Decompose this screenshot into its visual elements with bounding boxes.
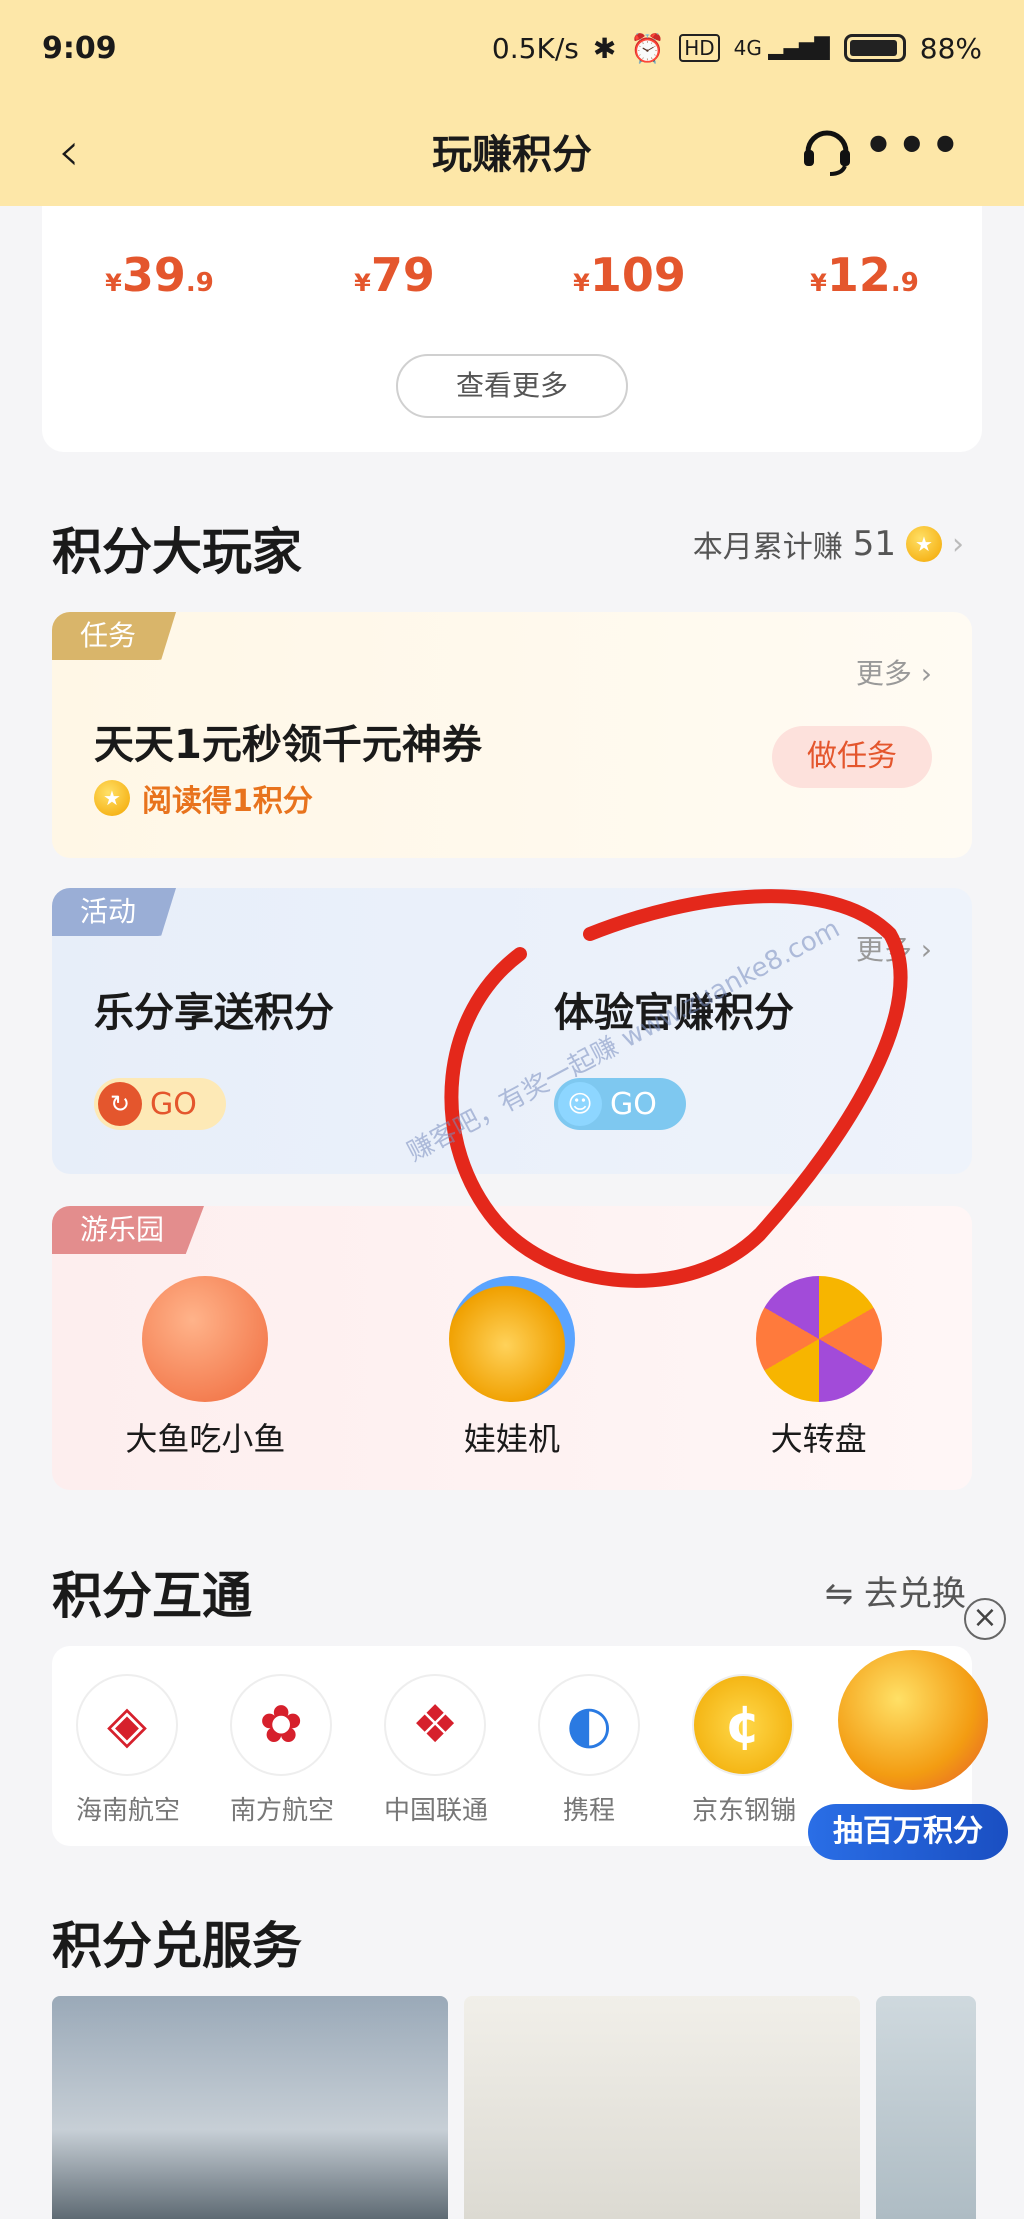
game-label: 大鱼吃小鱼 [125,1420,286,1458]
bluetooth-icon: ✱ [592,31,617,65]
task-reward-text: 阅读得1积分 [142,784,313,819]
currency-symbol: ¥ [105,269,122,297]
partner-name: 中国联通 [384,1796,489,1826]
service-card-car[interactable] [52,1996,448,2219]
go-button[interactable]: ↻ GO [94,1078,226,1130]
view-more-button[interactable]: 查看更多 [396,354,628,418]
section-title-service: 积分兑服务 [52,1917,302,1975]
partner-hainan[interactable]: ◈ 海南航空 [76,1674,181,1827]
coin-icon: ★ [906,526,942,562]
status-time: 9:09 [42,30,117,66]
currency-symbol: ¥ [354,269,371,297]
task-panel[interactable]: 任务 更多 › 天天1元秒领千元神券 ★ 阅读得1积分 做任务 [52,612,972,858]
partner-name: 南方航空 [230,1796,335,1826]
more-options-icon[interactable]: ••• [864,118,964,172]
playground-panel: 游乐园 大鱼吃小鱼 娃娃机 大转盘 [52,1206,972,1490]
go-label: GO [610,1086,657,1122]
price-int: 39 [121,248,186,302]
ctrip-logo-icon: ◐ [538,1674,640,1776]
network-type: 4G [733,36,762,60]
do-task-button[interactable]: 做任务 [772,726,932,788]
activity-more-link[interactable]: 更多 › [856,928,932,968]
float-ad-label: 抽百万积分 [808,1804,1008,1860]
game-fish[interactable]: 大鱼吃小鱼 [52,1276,359,1460]
china-southern-logo-icon: ✿ [230,1674,332,1776]
price-3[interactable]: ¥109 [512,248,747,302]
price-int: 109 [589,248,686,302]
hd-badge: HD [679,34,720,62]
signal-icon: 4G ▂▄▆█ [733,36,830,60]
close-icon[interactable]: × [964,1598,1006,1640]
game-label: 大转盘 [770,1420,867,1458]
price-int: 79 [370,248,435,302]
task-tag: 任务 [52,612,177,660]
game-claw[interactable]: 娃娃机 [359,1276,666,1460]
monthly-value: 51 [852,524,896,564]
price-dec: .9 [890,268,919,298]
activity-share[interactable]: 乐分享送积分 ↻ GO [94,980,334,1130]
price-2[interactable]: ¥79 [277,248,512,302]
coin-icon: ★ [94,780,130,816]
go-label: GO [150,1086,197,1122]
status-bar: 9:09 0.5K/s ✱ ⏰ HD 4G ▂▄▆█ 88% [0,0,1024,96]
activity-tag: 活动 [52,888,177,936]
partner-jd[interactable]: ¢ 京东钢镚 [692,1674,797,1827]
task-reward: ★ 阅读得1积分 [94,776,313,820]
battery-percent: 88% [919,31,982,65]
battery-icon [843,34,906,62]
price-4[interactable]: ¥12.9 [747,248,982,302]
china-unicom-logo-icon: ❖ [384,1674,486,1776]
floating-ad[interactable]: 抽百万积分 [808,1650,1008,1860]
monthly-earned[interactable]: 本月累计赚 51 ★ › [693,522,964,566]
game-label: 娃娃机 [464,1420,561,1458]
currency-symbol: ¥ [810,269,827,297]
partner-name: 携程 [562,1796,615,1826]
gift-icon [142,1276,269,1402]
partner-name: 海南航空 [76,1796,181,1826]
back-arrow-icon[interactable]: ‹ [58,120,80,183]
go-button[interactable]: ☺ GO [554,1078,686,1130]
service-carousel [52,1996,1024,2219]
currency-symbol: ¥ [573,269,590,297]
partner-unicom[interactable]: ❖ 中国联通 [384,1674,489,1827]
lucky-fish-icon [838,1650,988,1790]
task-more-link[interactable]: 更多 › [856,652,932,692]
status-icons: 0.5K/s ✱ ⏰ HD 4G ▂▄▆█ 88% [492,32,982,65]
service-card-medical[interactable] [464,1996,860,2219]
hainan-airlines-logo-icon: ◈ [76,1674,178,1776]
alarm-icon: ⏰ [630,31,666,65]
partner-southern[interactable]: ✿ 南方航空 [230,1674,335,1827]
exchange-link[interactable]: ⇋ 去兑换 [825,1566,966,1615]
task-headline: 天天1元秒领千元神券 [94,722,482,768]
partner-name: 京东钢镚 [692,1796,797,1826]
network-speed: 0.5K/s [491,31,579,65]
section-title-player: 积分大玩家 [52,523,302,581]
spin-wheel-icon [755,1276,882,1402]
playground-tag: 游乐园 [52,1206,205,1254]
price-int: 12 [826,248,891,302]
jd-coin-logo-icon: ¢ [692,1674,794,1776]
price-dec: .9 [185,268,214,298]
activity-name: 乐分享送积分 [94,990,334,1036]
price-1[interactable]: ¥39.9 [42,248,277,302]
chevron-right-icon: › [952,526,964,562]
partner-ctrip[interactable]: ◐ 携程 [538,1674,640,1827]
monthly-label: 本月累计赚 [692,530,843,565]
service-card-dental[interactable] [876,1996,976,2219]
game-wheel[interactable]: 大转盘 [665,1276,972,1460]
claw-machine-icon [449,1276,575,1402]
game-list: 大鱼吃小鱼 娃娃机 大转盘 [52,1276,972,1460]
share-icon: ↻ [98,1082,142,1126]
product-card: ¥39.9 ¥79 ¥109 ¥12.9 查看更多 [42,206,982,452]
nav-bar: ‹ 玩赚积分 ••• [0,96,1024,206]
section-title-exchange: 积分互通 [52,1567,252,1625]
headset-icon[interactable] [798,122,856,180]
price-row: ¥39.9 ¥79 ¥109 ¥12.9 [42,206,982,302]
